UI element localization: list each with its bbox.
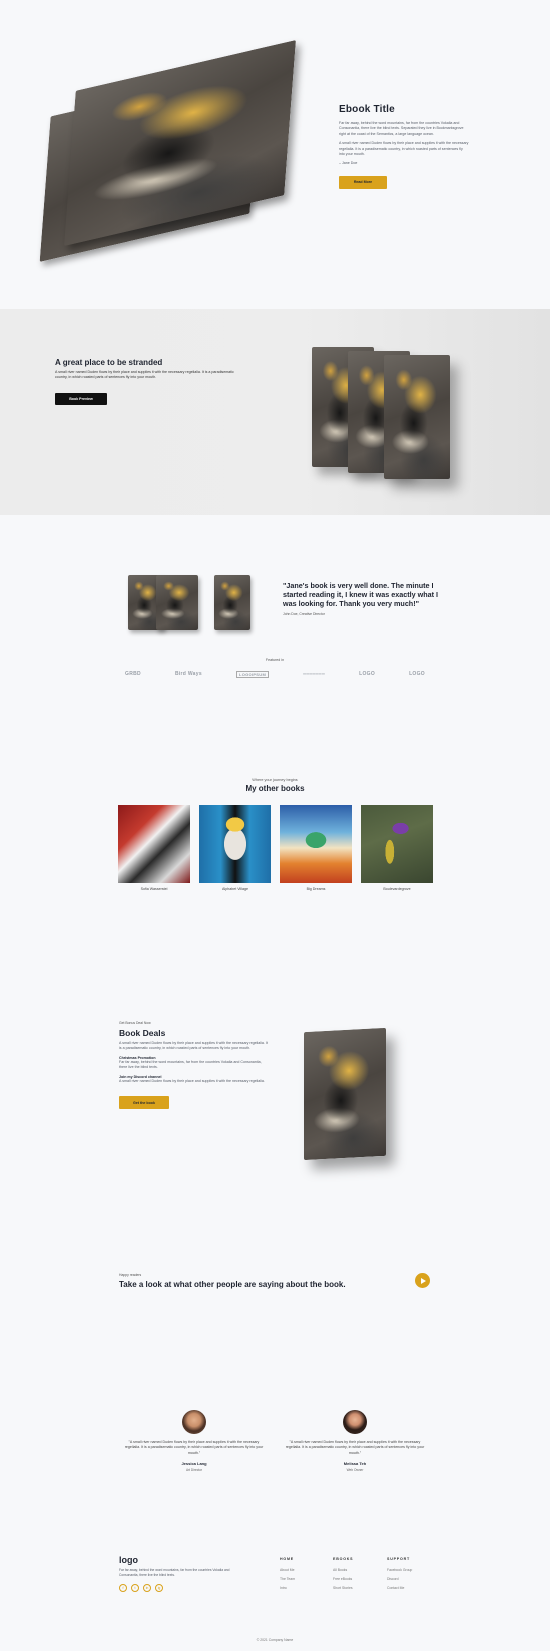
footer-column-support: SUPPORT Facebook Group Discord Contact M…: [387, 1557, 442, 1590]
quote-book-2: [156, 575, 198, 630]
read-more-button[interactable]: Read More: [339, 175, 387, 189]
book-cover-3: [280, 805, 352, 883]
quote-section: "Jane's book is very well done. The minu…: [0, 560, 550, 670]
quote-block: "Jane's book is very well done. The minu…: [283, 581, 438, 616]
testimonial-card-1: "A small river named Duden flows by thei…: [124, 1410, 264, 1472]
book-cover-4: [361, 805, 433, 883]
book-card-title: Alphabet Village: [222, 887, 248, 891]
testimonials-eyebrow: Happy readers: [119, 1273, 142, 1277]
footer-column-home: HOME About Me The Team Intro: [280, 1557, 330, 1590]
book-card-title: Boulevardegrove: [383, 887, 411, 891]
twitter-icon[interactable]: t: [131, 1584, 139, 1592]
avatar: [343, 1410, 367, 1434]
footer-column-head: SUPPORT: [387, 1557, 410, 1561]
hero-author: – Jane Doe: [339, 161, 358, 166]
hero-copy: Ebook Title Far far away, behind the wor…: [339, 104, 469, 189]
linkedin-icon[interactable]: in: [143, 1584, 151, 1592]
testimonial-name: Jessica Lang: [181, 1461, 207, 1467]
footer-link[interactable]: About Me: [280, 1568, 330, 1572]
testimonial-role: Art Director: [185, 1468, 203, 1473]
footer-link[interactable]: Discord: [387, 1577, 442, 1581]
deals-title: Book Deals: [119, 1028, 166, 1038]
avatar: [182, 1410, 206, 1434]
instagram-icon[interactable]: ig: [155, 1584, 163, 1592]
footer-link[interactable]: Contact Me: [387, 1586, 442, 1590]
featured-logos: GRBD Bird Ways LOGOIPSUM ═══════ LOGO LO…: [125, 671, 425, 678]
deals-copy: Get Bonus Deal Now Book Deals A small ri…: [119, 1021, 269, 1110]
book-card-1[interactable]: Sofia Wasserstei: [118, 805, 190, 891]
hero-paragraph-2: A small river named Duden flows by their…: [339, 141, 469, 157]
featured-logo-2: Bird Ways: [174, 671, 202, 677]
book-card-4[interactable]: Boulevardegrove: [361, 805, 433, 891]
footer-about: Far far away, behind the word mountains,…: [119, 1568, 230, 1577]
testimonial-quote: "A small river named Duden flows by thei…: [124, 1440, 264, 1455]
hero-section: Ebook Title Far far away, behind the wor…: [0, 0, 550, 305]
hero-book-front: [63, 39, 297, 247]
footer-brand: logo Far far away, behind the word mount…: [119, 1555, 234, 1592]
footer-link[interactable]: All Books: [333, 1568, 383, 1572]
featured-logo-5: LOGO: [359, 671, 376, 677]
stranded-books: [300, 339, 500, 499]
featured-logo-1: GRBD: [125, 671, 141, 677]
testimonial-role: Web Owner: [346, 1468, 364, 1473]
book-cover-1: [118, 805, 190, 883]
play-icon: [420, 1277, 426, 1284]
other-books-title: My other books: [245, 784, 305, 793]
book-card-title: Big Dreams: [306, 887, 326, 891]
copyright: © 2021 Company Name: [256, 1638, 294, 1642]
footer: logo Far far away, behind the word mount…: [0, 1555, 550, 1651]
featured-logo-3: LOGOIPSUM: [235, 671, 270, 678]
other-books-eyebrow: Where your journey begins: [252, 778, 298, 782]
footer-column-head: EBOOKS: [333, 1557, 354, 1561]
testimonials-cta-title: Take a look at what other people are say…: [119, 1280, 346, 1289]
testimonials-cta-section: Happy readers Take a look at what other …: [0, 1273, 550, 1313]
featured-label: Featured in: [265, 658, 285, 662]
stranded-text: A small river named Duden flows by their…: [55, 370, 234, 380]
deals-discord-text: A small river named Duden flows by their…: [119, 1078, 265, 1083]
stranded-title: A great place to be stranded: [55, 358, 163, 367]
hero-book-stack: [25, 35, 315, 275]
deals-eyebrow: Get Bonus Deal Now: [119, 1021, 151, 1025]
hero-paragraph-1: Far far away, behind the word mountains,…: [339, 121, 464, 136]
social-links: f t in ig: [119, 1584, 234, 1592]
play-video-button[interactable]: [415, 1273, 430, 1288]
testimonial-card-2: "A small river named Duden flows by thei…: [285, 1410, 425, 1472]
quote-book-3: [214, 575, 250, 630]
featured-section: Featured in GRBD Bird Ways LOGOIPSUM ═══…: [0, 658, 550, 688]
featured-logo-6: LOGO: [409, 671, 425, 677]
other-books-section: Where your journey begins My other books…: [0, 778, 550, 938]
testimonial-quote: "A small river named Duden flows by thei…: [285, 1440, 425, 1455]
deals-promo-text: Far far away, behind the word mountains,…: [119, 1059, 262, 1070]
stranded-section: A great place to be stranded A small riv…: [0, 309, 550, 515]
book-preview-button[interactable]: Book Preview: [55, 392, 107, 405]
quote-author: John Doe, Creative Director: [283, 612, 325, 616]
footer-link[interactable]: Free eBooks: [333, 1577, 383, 1581]
footer-link[interactable]: Intro: [280, 1586, 330, 1590]
hero-title: Ebook Title: [339, 104, 395, 115]
footer-column-ebooks: EBOOKS All Books Free eBooks Short Stori…: [333, 1557, 383, 1590]
get-the-book-button[interactable]: Get the book: [119, 1096, 169, 1110]
book-cover-2: [199, 805, 271, 883]
footer-link[interactable]: The Team: [280, 1577, 330, 1581]
stranded-copy: A great place to be stranded A small riv…: [55, 358, 240, 405]
quote-text: "Jane's book is very well done. The minu…: [283, 581, 438, 608]
footer-column-head: HOME: [280, 1557, 294, 1561]
featured-logo-4: ═══════: [303, 671, 326, 676]
book-card-title: Sofia Wasserstei: [140, 887, 168, 891]
footer-logo[interactable]: logo: [119, 1555, 234, 1565]
footer-link[interactable]: Facebook Group: [387, 1568, 442, 1572]
deals-text: A small river named Duden flows by their…: [119, 1041, 268, 1051]
quote-books: [128, 575, 258, 635]
book-card-3[interactable]: Big Dreams: [280, 805, 352, 891]
deals-section: Get Bonus Deal Now Book Deals A small ri…: [0, 1018, 550, 1178]
stranded-book-3: [384, 355, 450, 479]
footer-link[interactable]: Short Stories: [333, 1586, 383, 1590]
facebook-icon[interactable]: f: [119, 1584, 127, 1592]
deals-book: [304, 1027, 386, 1161]
book-card-2[interactable]: Alphabet Village: [199, 805, 271, 891]
testimonials-section: "A small river named Duden flows by thei…: [0, 1410, 550, 1510]
testimonial-name: Melissa Teh: [343, 1461, 367, 1467]
